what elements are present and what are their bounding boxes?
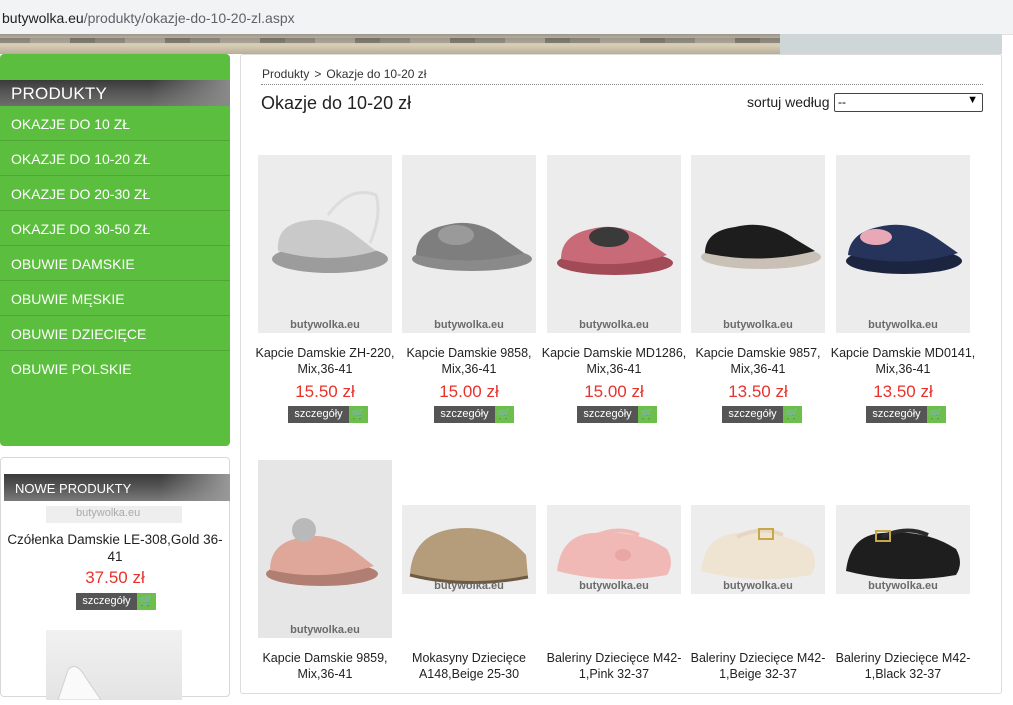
sort-label: sortuj według <box>747 94 830 110</box>
address-bar[interactable]: butywolka.eu/produkty/okazje-do-10-20-zl… <box>0 0 1013 35</box>
product-image[interactable]: butywolka.eu <box>547 155 681 333</box>
breadcrumb-current[interactable]: Okazje do 10-20 zł <box>326 67 426 81</box>
product-image[interactable]: butywolka.eu <box>836 155 970 333</box>
cart-icon[interactable]: 🛒 <box>349 406 368 423</box>
product-price: 13.50 zł <box>728 382 788 401</box>
sidebar-categories: PRODUKTY OKAZJE DO 10 ZŁ OKAZJE DO 10-20… <box>0 54 230 446</box>
url-host: butywolka.eu <box>2 10 84 26</box>
watermark: butywolka.eu <box>723 580 793 592</box>
sort-select[interactable]: -- ▼ <box>834 93 983 112</box>
watermark: butywolka.eu <box>579 319 649 331</box>
chevron-down-icon: ▼ <box>967 94 978 106</box>
url-text[interactable]: butywolka.eu/produkty/okazje-do-10-20-zl… <box>2 10 295 26</box>
sidebar-item-okazje-30-50[interactable]: OKAZJE DO 30-50 ZŁ <box>0 211 230 246</box>
product-name[interactable]: Kapcie Damskie 9858, Mix,36-41 <box>396 345 542 377</box>
product-image[interactable]: butywolka.eu <box>691 155 825 333</box>
url-path: /produkty/okazje-do-10-20-zl.aspx <box>83 10 295 26</box>
product-name[interactable]: Kapcie Damskie MD0141, Mix,36-41 <box>830 345 976 377</box>
watermark: butywolka.eu <box>76 507 141 519</box>
details-label: szczegóły <box>866 406 927 423</box>
product-image[interactable]: butywolka.eu <box>402 505 536 594</box>
sidebar-item-okazje-10[interactable]: OKAZJE DO 10 ZŁ <box>0 106 230 141</box>
slipper-image <box>701 224 821 269</box>
product-name[interactable]: Kapcie Damskie MD1286, Mix,36-41 <box>541 345 687 377</box>
cart-icon[interactable]: 🛒 <box>783 406 802 423</box>
product-image[interactable]: butywolka.eu <box>258 155 392 333</box>
product-name[interactable]: Kapcie Damskie 9857, Mix,36-41 <box>685 345 831 377</box>
watermark: butywolka.eu <box>723 319 793 331</box>
watermark: butywolka.eu <box>579 580 649 592</box>
new-products-box: NOWE PRODUKTY butywolka.eu Czółenka Dams… <box>0 457 230 701</box>
product-image[interactable]: butywolka.eu <box>836 505 970 594</box>
slipper-image <box>412 222 532 271</box>
divider <box>261 84 983 85</box>
product-price: 15.00 zł <box>439 382 499 401</box>
sidebar-item-obuwie-dzieciece[interactable]: OBUWIE DZIECIĘCE <box>0 316 230 351</box>
new-product-price: 37.50 zł <box>85 568 145 587</box>
sidebar-item-okazje-20-30[interactable]: OKAZJE DO 20-30 ZŁ <box>0 176 230 211</box>
watermark: butywolka.eu <box>434 580 504 592</box>
new-product-image[interactable]: butywolka.eu <box>46 506 182 523</box>
watermark: butywolka.eu <box>868 580 938 592</box>
cart-icon[interactable]: 🛒 <box>495 406 514 423</box>
details-label: szczegóły <box>288 406 349 423</box>
watermark: butywolka.eu <box>868 319 938 331</box>
product-price: 15.00 zł <box>584 382 644 401</box>
product-name[interactable]: Baleriny Dziecięce M42-1,Black 32-37 <box>830 650 976 682</box>
sidebar-item-obuwie-damskie[interactable]: OBUWIE DAMSKIE <box>0 246 230 281</box>
sidebar-title: PRODUKTY <box>11 84 108 103</box>
slipper-image <box>846 224 962 274</box>
product-image[interactable]: butywolka.eu <box>258 460 392 638</box>
new-products-title: NOWE PRODUKTY <box>15 481 132 496</box>
product-name[interactable]: Kapcie Damskie 9859, Mix,36-41 <box>252 650 398 682</box>
new-products-header: NOWE PRODUKTY <box>4 474 230 501</box>
product-price: 13.50 zł <box>873 382 933 401</box>
new-product-name[interactable]: Czółenka Damskie LE-308,Gold 36-41 <box>1 531 229 565</box>
product-name[interactable]: Baleriny Dziecięce M42-1,Pink 32-37 <box>541 650 687 682</box>
details-label: szczegóły <box>722 406 783 423</box>
cart-icon[interactable]: 🛒 <box>137 593 156 610</box>
product-price: 15.50 zł <box>295 382 355 401</box>
cart-icon[interactable]: 🛒 <box>638 406 657 423</box>
sidebar-item-okazje-10-20[interactable]: OKAZJE DO 10-20 ZŁ <box>0 141 230 176</box>
watermark: butywolka.eu <box>290 624 360 636</box>
slipper-image <box>557 226 673 275</box>
cart-icon[interactable]: 🛒 <box>927 406 946 423</box>
product-image[interactable]: butywolka.eu <box>402 155 536 333</box>
details-label: szczegóły <box>76 593 137 610</box>
sort-value: -- <box>838 95 846 109</box>
sidebar-menu: OKAZJE DO 10 ZŁ OKAZJE DO 10-20 ZŁ OKAZJ… <box>0 106 230 386</box>
details-label: szczegóły <box>434 406 495 423</box>
sidebar-header: PRODUKTY <box>0 80 230 106</box>
product-image[interactable]: butywolka.eu <box>547 505 681 594</box>
watermark: butywolka.eu <box>434 319 504 331</box>
sidebar-item-obuwie-polskie[interactable]: OBUWIE POLSKIE <box>0 351 230 386</box>
page-title: Okazje do 10-20 zł <box>261 93 412 113</box>
product-name[interactable]: Kapcie Damskie ZH-220, Mix,36-41 <box>252 345 398 377</box>
sidebar-item-obuwie-meskie[interactable]: OBUWIE MĘSKIE <box>0 281 230 316</box>
breadcrumb: Produkty > Okazje do 10-20 zł <box>262 67 426 81</box>
product-name[interactable]: Baleriny Dziecięce M42-1,Beige 32-37 <box>685 650 831 682</box>
product-name[interactable]: Mokasyny Dziecięce A148,Beige 25-30 <box>396 650 542 682</box>
product-image[interactable]: butywolka.eu <box>691 505 825 594</box>
header-banner-right <box>780 34 1002 54</box>
watermark: butywolka.eu <box>290 319 360 331</box>
breadcrumb-separator: > <box>314 67 322 81</box>
header-banner <box>0 34 780 54</box>
details-label: szczegóły <box>577 406 638 423</box>
slipper-image <box>266 518 378 586</box>
slipper-image <box>272 191 388 273</box>
breadcrumb-root[interactable]: Produkty <box>262 67 309 81</box>
